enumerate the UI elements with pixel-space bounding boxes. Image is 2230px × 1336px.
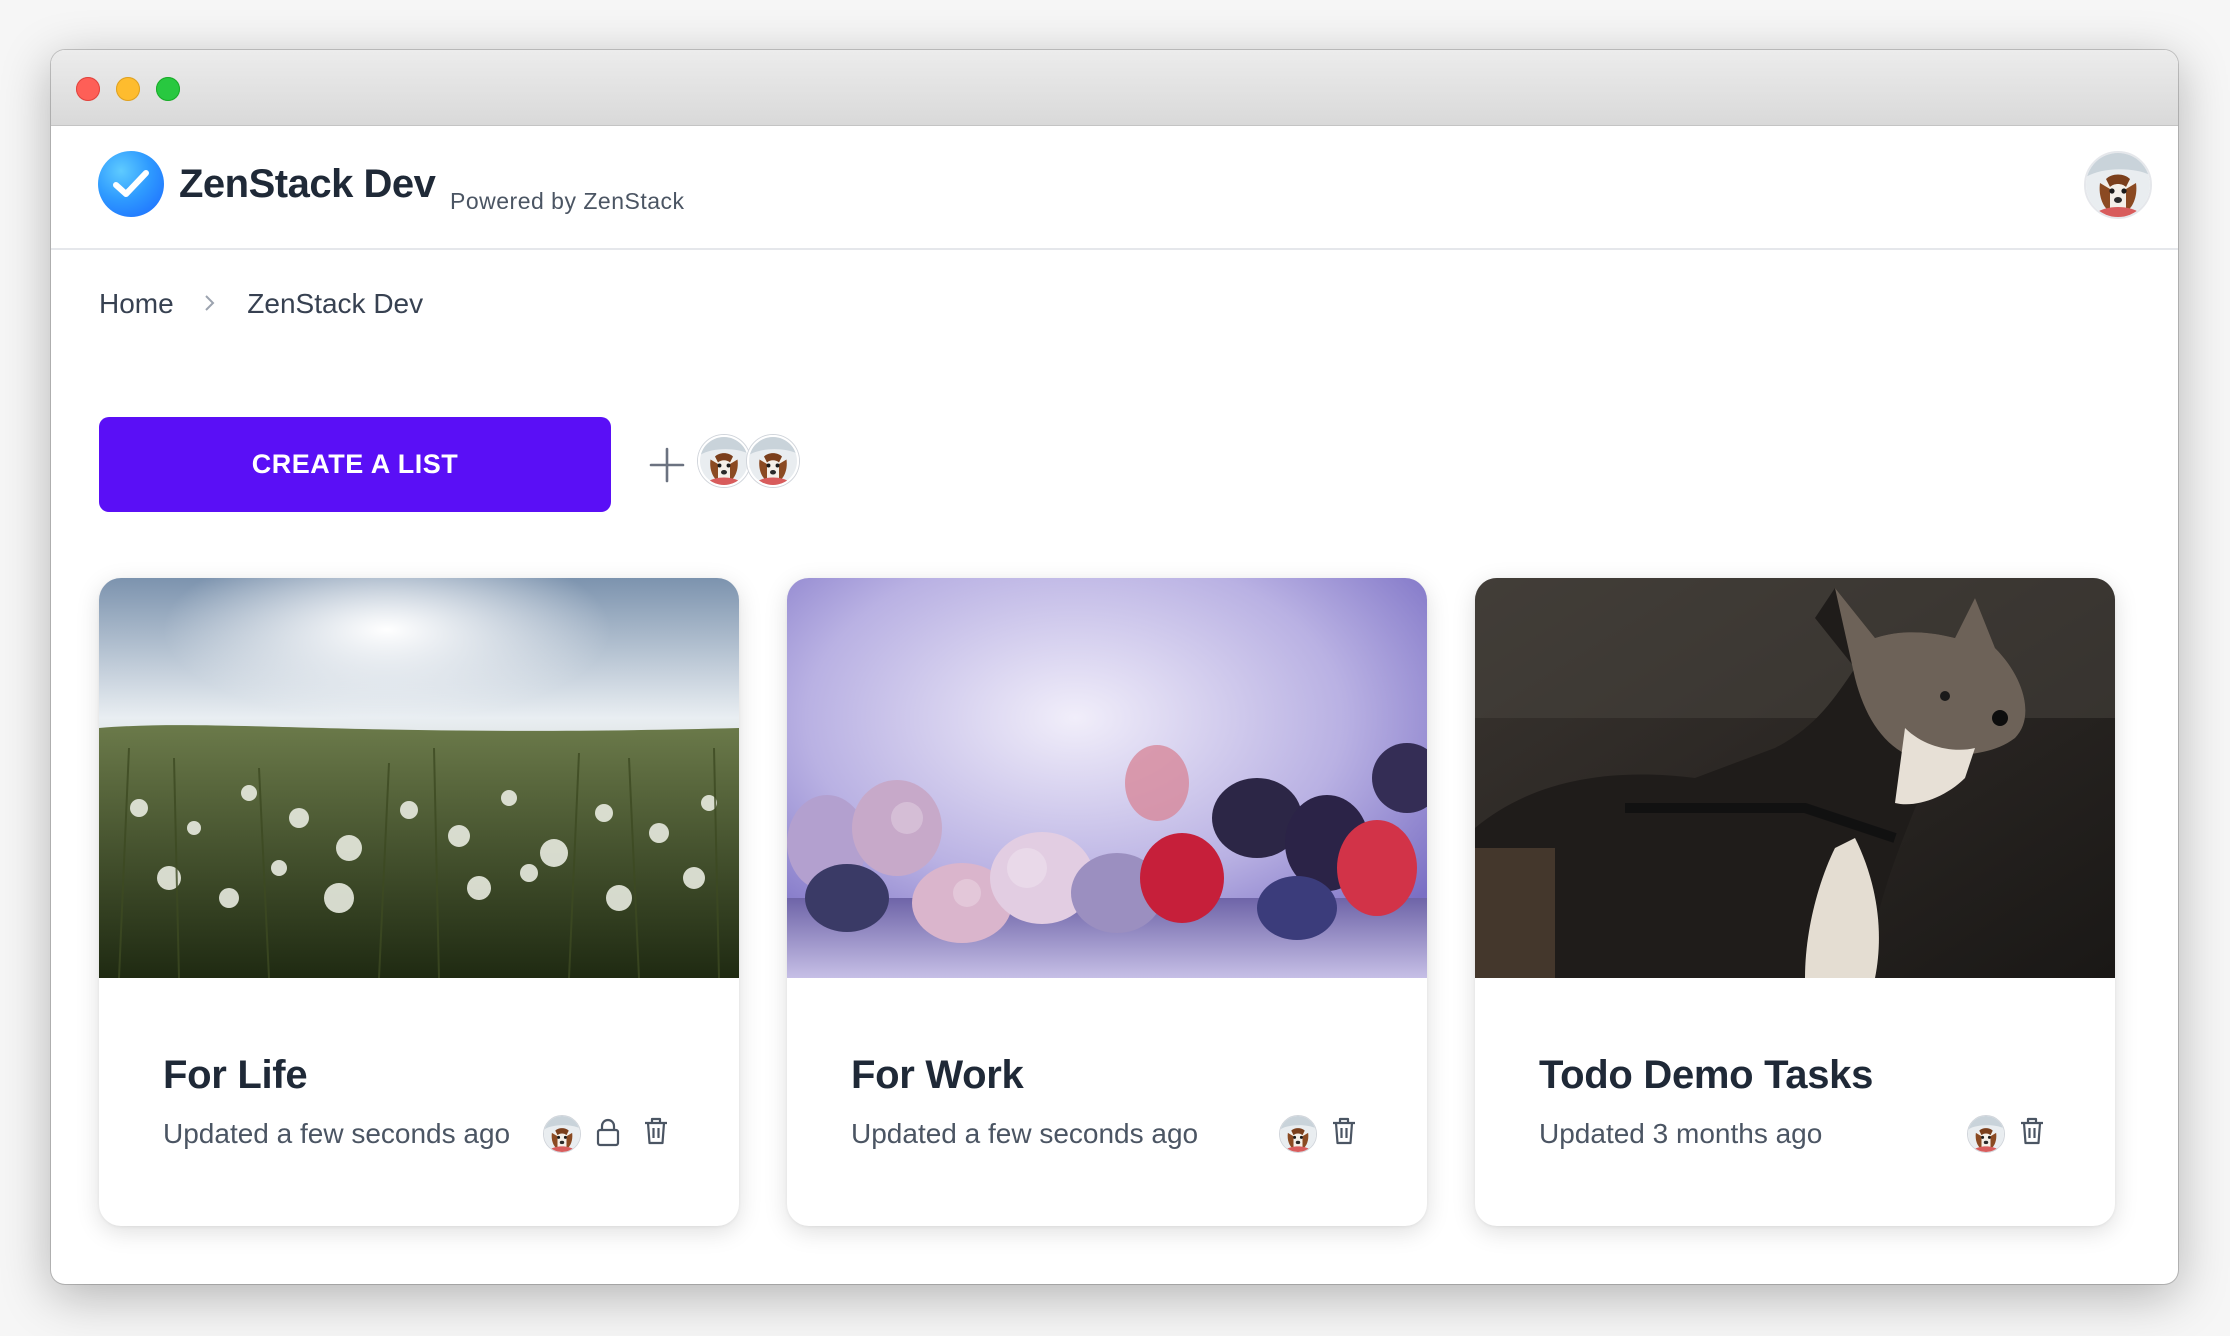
create-list-button[interactable]: CREATE A LIST — [99, 417, 611, 512]
list-card[interactable]: For Work Updated a few seconds ago — [787, 578, 1427, 1226]
workspace-title[interactable]: ZenStack Dev — [179, 162, 436, 207]
list-title[interactable]: For Life — [163, 1053, 308, 1098]
owner-avatar — [543, 1115, 581, 1153]
lock-icon — [595, 1117, 621, 1152]
breadcrumb-current: ZenStack Dev — [247, 287, 424, 319]
list-cover-image — [1475, 578, 2115, 978]
list-card[interactable]: Todo Demo Tasks Updated 3 months ago — [1475, 578, 2115, 1226]
breadcrumb-home-link[interactable]: Home — [99, 288, 174, 320]
list-updated: Updated a few seconds ago — [163, 1118, 511, 1149]
list-card[interactable]: For Life Updated a few seconds ago — [99, 578, 739, 1226]
list-updated: Updated a few seconds ago — [851, 1118, 1199, 1149]
trash-icon[interactable] — [2019, 1116, 2045, 1151]
window-titlebar — [51, 50, 2178, 126]
list-cover-image — [787, 578, 1427, 978]
chevron-right-icon — [203, 288, 217, 320]
owner-avatar — [1967, 1115, 2005, 1153]
list-title[interactable]: For Work — [851, 1053, 1024, 1098]
app-header: ZenStack Dev Powered by ZenStack — [51, 126, 2178, 250]
list-title[interactable]: Todo Demo Tasks — [1539, 1053, 1873, 1098]
check-icon[interactable] — [98, 151, 164, 217]
breadcrumb: Home ZenStack Dev — [99, 286, 423, 320]
trash-icon[interactable] — [643, 1116, 669, 1151]
owner-avatar — [1279, 1115, 1317, 1153]
trash-icon[interactable] — [1331, 1116, 1357, 1151]
member-avatar[interactable] — [747, 435, 799, 487]
minimize-window-button[interactable] — [116, 77, 140, 101]
plus-icon[interactable] — [649, 447, 685, 483]
member-avatar[interactable] — [698, 435, 750, 487]
list-cover-image — [99, 578, 739, 978]
maximize-window-button[interactable] — [156, 77, 180, 101]
close-window-button[interactable] — [76, 77, 100, 101]
list-updated: Updated 3 months ago — [1539, 1118, 1823, 1149]
powered-by-label: Powered by ZenStack — [450, 188, 685, 214]
browser-window: ZenStack Dev Powered by ZenStack Home Ze… — [51, 50, 2178, 1284]
user-avatar[interactable] — [2084, 151, 2152, 219]
